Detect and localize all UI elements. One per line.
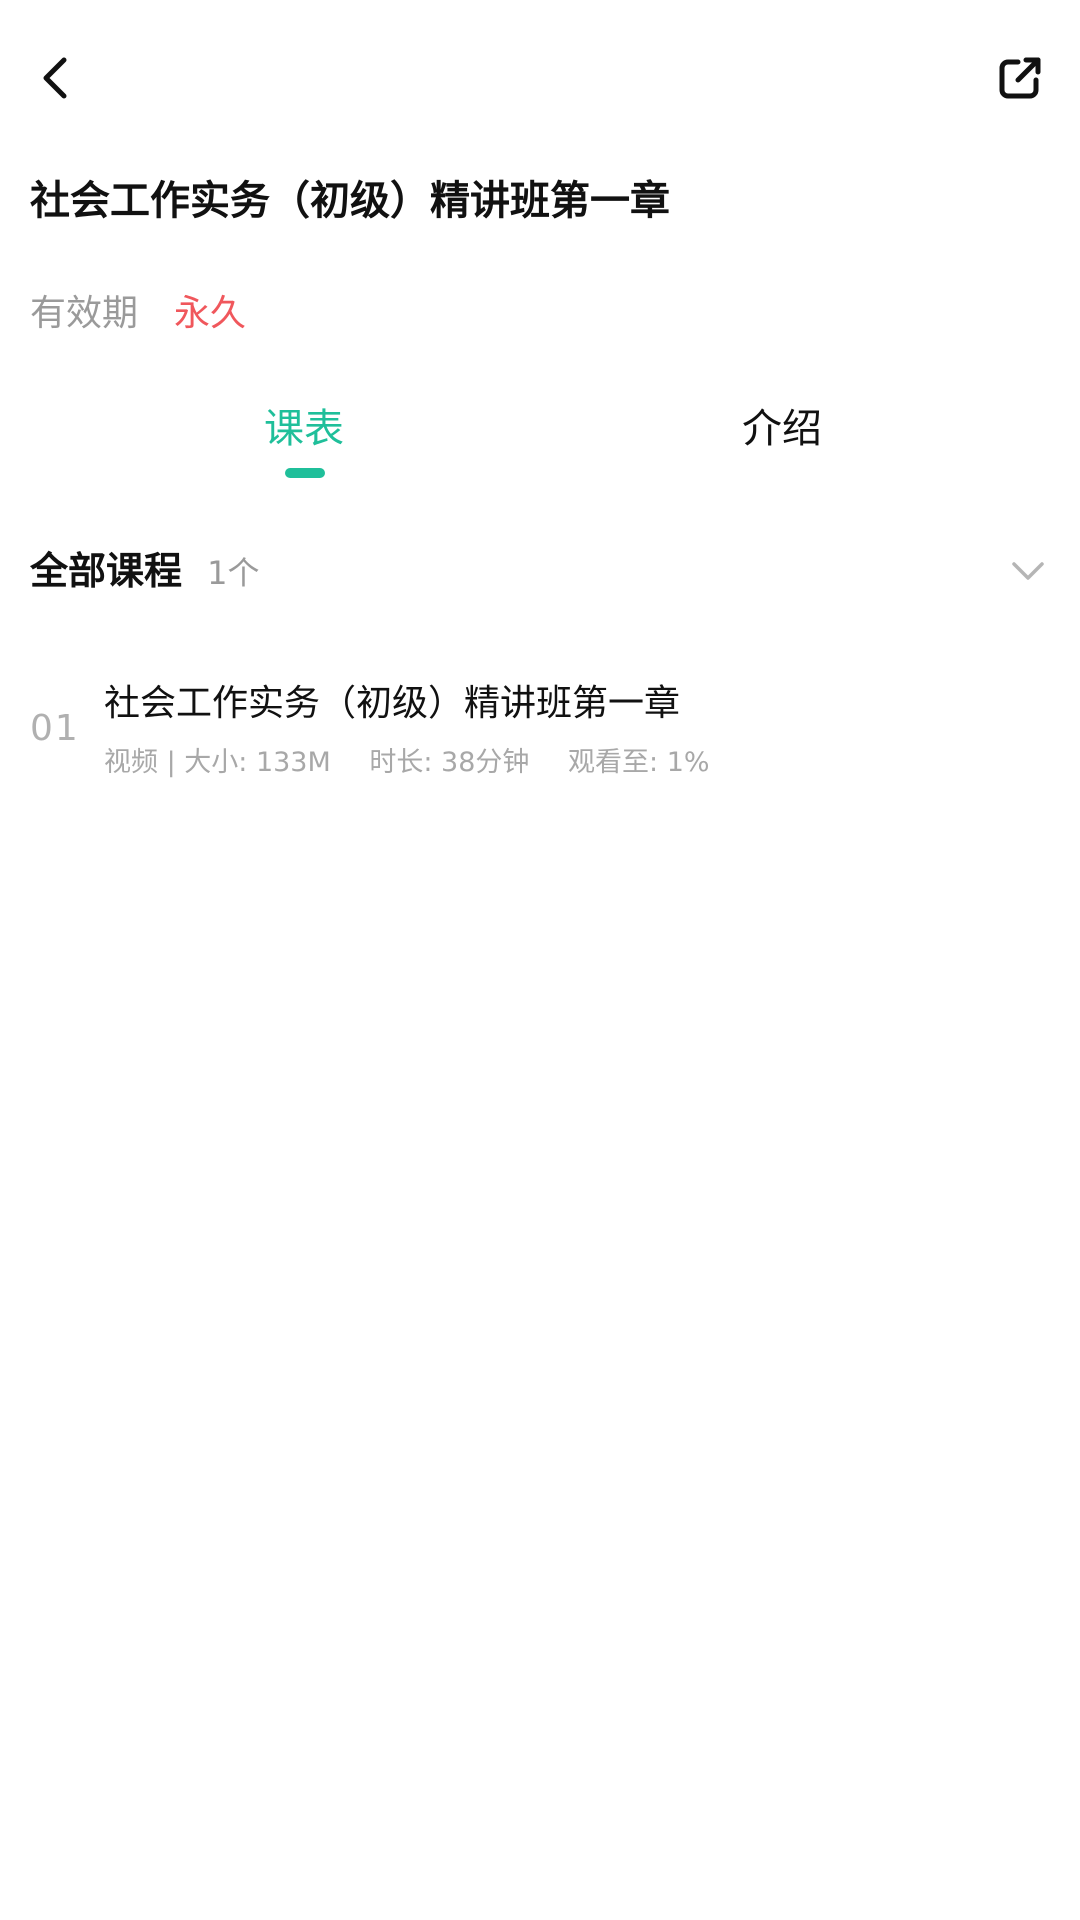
lesson-meta: 视频 | 大小: 133M 时长: 38分钟 观看至: 1% [104,740,740,779]
section-title: 全部课程 [30,549,183,593]
share-external-icon [999,57,1041,99]
tab-bar: 课表 介绍 [0,396,1080,486]
share-button[interactable] [984,40,1056,116]
lesson-progress: 观看至: 1% [568,747,710,778]
active-tab-indicator [285,468,325,478]
lesson-type-size: 视频 | 大小: 133M [104,747,331,778]
back-button[interactable] [24,40,88,116]
section-count: 1个 [207,554,260,592]
tab-schedule[interactable]: 课表 [154,396,454,454]
tab-intro[interactable]: 介绍 [632,396,932,454]
validity-label: 有效期 [30,293,139,334]
lesson-item[interactable]: 01 社会工作实务（初级）精讲班第一章 视频 | 大小: 133M 时长: 38… [0,660,1080,790]
lesson-index: 01 [30,708,80,749]
validity-row: 有效期 永久 [30,284,246,336]
validity-value: 永久 [174,293,247,334]
all-courses-header[interactable]: 全部课程 1个 [30,540,1050,600]
chevron-down-icon[interactable] [1006,548,1050,592]
lesson-title: 社会工作实务（初级）精讲班第一章 [104,683,681,724]
course-title: 社会工作实务（初级）精讲班第一章 [30,178,670,224]
chevron-left-icon [43,57,67,99]
top-bar [0,0,1080,150]
lesson-duration: 时长: 38分钟 [369,747,530,778]
